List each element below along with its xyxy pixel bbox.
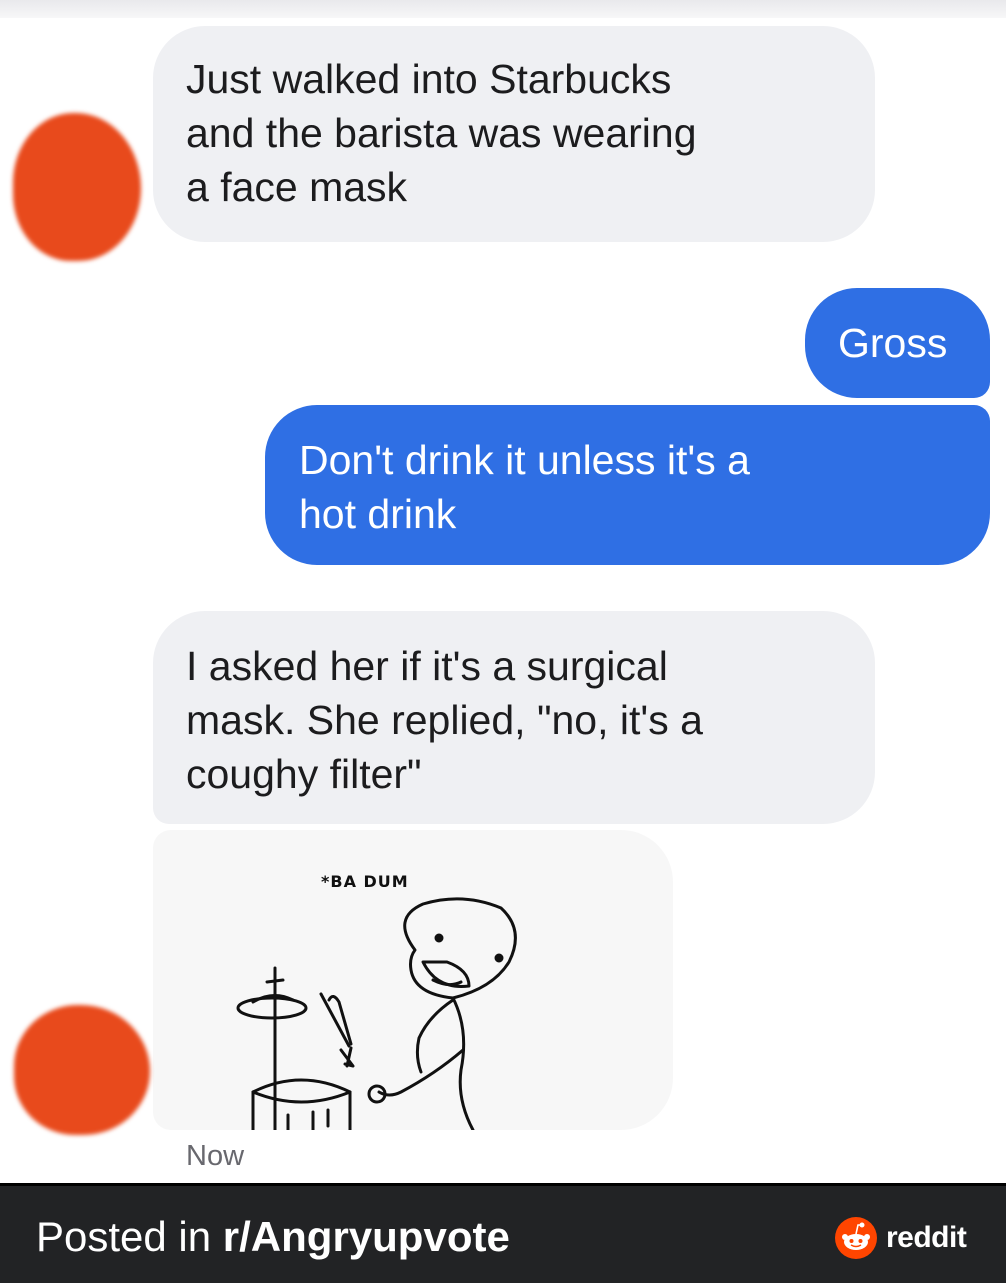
message-bubble-outgoing[interactable]: Gross: [805, 288, 990, 398]
message-bubble-incoming[interactable]: I asked her if it's a surgical mask. She…: [153, 611, 875, 824]
reddit-logo[interactable]: reddit: [834, 1216, 967, 1260]
posted-in-text: Posted in r/Angryupvote: [36, 1213, 510, 1261]
message-text: I asked her if it's a surgical: [186, 643, 668, 689]
message-text: coughy filter": [186, 751, 422, 797]
message-text: and the barista was wearing: [186, 110, 697, 156]
message-text: hot drink: [299, 491, 457, 537]
message-text: mask. She replied, "no, it's a: [186, 697, 703, 743]
redacted-avatar: [13, 113, 141, 261]
message-bubble-incoming[interactable]: Just walked into Starbucks and the baris…: [153, 26, 875, 242]
message-text: Just walked into Starbucks: [186, 56, 672, 102]
message-text: Don't drink it unless it's a: [299, 437, 750, 483]
message-text: a face mask: [186, 164, 408, 210]
stick-figure-drummer-drawing: [236, 897, 517, 1130]
posted-in-prefix: Posted in: [36, 1213, 223, 1260]
reddit-footer-banner: Posted in r/Angryupvote reddit: [0, 1183, 1006, 1283]
top-edge-bar: [0, 0, 1006, 18]
reddit-wordmark: reddit: [886, 1221, 967, 1254]
message-text: Gross: [838, 320, 948, 366]
redacted-avatar: [14, 1005, 150, 1135]
message-timestamp: Now: [186, 1140, 245, 1172]
reddit-alien-icon: [835, 1217, 877, 1259]
message-bubble-outgoing[interactable]: Don't drink it unless it's a hot drink: [265, 405, 990, 565]
subreddit-link[interactable]: r/Angryupvote: [223, 1213, 510, 1260]
image-message-ba-dum[interactable]: *BA DUM: [153, 830, 673, 1130]
